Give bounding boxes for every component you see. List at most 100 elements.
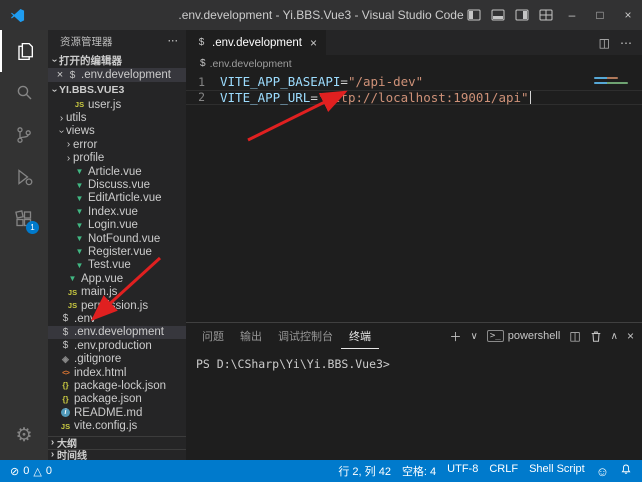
file-name: Test.vue [88,259,131,271]
panel-tab-problems[interactable]: 问题 [194,323,232,349]
split-editor-icon[interactable]: ◫ [599,36,610,50]
tree-item-Discuss.vue[interactable]: ▼Discuss.vue [48,178,186,191]
code-line-1[interactable]: 1VITE_APP_BASEAPI="/api-dev" [186,74,642,90]
status-eol[interactable]: CRLF [489,463,518,479]
tree-item-Test.vue[interactable]: ▼Test.vue [48,259,186,272]
terminal-prompt: PS D:\CSharp\Yi\Yi.BBS.Vue3> [196,357,390,371]
split-terminal-icon[interactable]: ◫ [569,329,580,343]
vue-icon: ▼ [73,247,86,256]
panel-tab-debug-console[interactable]: 调试控制台 [270,323,341,349]
code-editor[interactable]: 1VITE_APP_BASEAPI="/api-dev"2VITE_APP_UR… [186,72,642,322]
new-terminal-icon[interactable]: ＋ [450,328,462,345]
shell-script-icon: $ [59,327,72,338]
notifications-bell-icon[interactable] [620,463,632,479]
toggle-secondary-sidebar-icon[interactable] [510,0,534,30]
tree-item-utils[interactable]: ›utils [48,111,186,124]
chevron-down-icon[interactable]: ∨ [471,331,478,342]
open-editor-item[interactable]: × $ .env.development [48,68,186,82]
terminal-profile-item[interactable]: >_ powershell [487,330,560,342]
file-name: Article.vue [88,166,142,178]
js-icon: JS [66,288,79,297]
close-panel-icon[interactable]: × [627,329,634,343]
tree-item-README.md[interactable]: iREADME.md [48,406,186,419]
tree-item-user.js[interactable]: JSuser.js [48,98,186,111]
vue-icon: ▼ [73,261,86,270]
kill-terminal-icon[interactable] [590,330,602,343]
explorer-icon[interactable] [0,30,48,72]
more-actions-icon[interactable]: ⋯ [168,35,179,47]
feedback-smiley-icon[interactable]: ☺ [596,464,609,479]
breadcrumb[interactable]: $ .env.development [186,55,642,72]
extensions-icon[interactable]: 1 [0,198,48,240]
code-token: = [310,90,318,105]
tree-item-Article.vue[interactable]: ▼Article.vue [48,165,186,178]
status-encoding[interactable]: UTF-8 [447,463,478,479]
file-name: README.md [74,407,142,419]
tree-item-index.html[interactable]: <>index.html [48,366,186,379]
tree-item-views[interactable]: ›views [48,125,186,138]
sidebar-header: 资源管理器 ⋯ [48,30,186,52]
minimize-button[interactable]: – [558,0,586,30]
source-control-icon[interactable] [0,114,48,156]
editor-actions: ◫ ⋯ [599,30,642,55]
tree-item-.env.production[interactable]: $.env.production [48,339,186,352]
tree-item-package-lock.json[interactable]: {}package-lock.json [48,379,186,392]
chevron-down-icon: › [49,56,60,65]
tree-item-error[interactable]: ›error [48,138,186,151]
file-name: .env.production [74,340,152,352]
minimap[interactable] [594,77,628,87]
editor-area: $ .env.development × ◫ ⋯ $ .env.developm… [186,30,642,460]
maximize-panel-icon[interactable]: ∧ [611,331,618,342]
settings-gear-icon[interactable]: ⚙ [0,414,48,456]
git-icon: ◈ [59,354,72,365]
run-debug-icon[interactable] [0,156,48,198]
timeline-section-header[interactable]: › 时间线 [48,449,186,461]
tree-item-.gitignore[interactable]: ◈.gitignore [48,352,186,365]
panel-tab-output[interactable]: 输出 [232,323,270,349]
file-name: error [73,139,97,151]
close-icon[interactable]: × [310,36,317,50]
project-section-header[interactable]: › YI.BBS.VUE3 [48,82,186,98]
terminal-output[interactable]: PS D:\CSharp\Yi\Yi.BBS.Vue3> [186,349,642,460]
tree-item-package.json[interactable]: {}package.json [48,393,186,406]
minimap-line-1 [594,77,618,79]
code-line-2[interactable]: 2VITE_APP_URL="http://localhost:19001/ap… [186,90,642,106]
panel-tab-terminal[interactable]: 终端 [341,323,379,349]
tree-item-.env[interactable]: $.env [48,312,186,325]
vue-icon: ▼ [66,274,79,283]
tree-item-Login.vue[interactable]: ▼Login.vue [48,219,186,232]
tree-item-App.vue[interactable]: ▼App.vue [48,272,186,285]
maximize-button[interactable]: □ [586,0,614,30]
tree-item-Register.vue[interactable]: ▼Register.vue [48,245,186,258]
more-actions-icon[interactable]: ⋯ [620,36,632,50]
terminal-icon: >_ [487,330,504,342]
window-controls: – □ × [462,0,642,30]
tree-item-EditArticle.vue[interactable]: ▼EditArticle.vue [48,192,186,205]
problems-indicator[interactable]: ⊘ 0 △ 0 [10,465,52,478]
tree-item-profile[interactable]: ›profile [48,152,186,165]
tab-env-development[interactable]: $ .env.development × [186,30,326,55]
close-icon[interactable]: × [54,69,66,81]
file-name: utils [66,112,86,124]
tree-item-main.js[interactable]: JSmain.js [48,285,186,298]
open-editors-section-header[interactable]: › 打开的编辑器 [48,52,186,68]
code-token: "http://localhost:19001/api" [318,90,529,105]
tree-item-NotFound.vue[interactable]: ▼NotFound.vue [48,232,186,245]
file-name: NotFound.vue [88,233,160,245]
panel-header: 问题输出调试控制台终端 ＋ ∨ >_ powershell ◫ ∧ [186,323,642,349]
toggle-panel-icon[interactable] [486,0,510,30]
tree-item-permission.js[interactable]: JSpermission.js [48,299,186,312]
shell-script-icon: $ [59,313,72,324]
search-icon[interactable] [0,72,48,114]
status-cursor-position[interactable]: 行 2, 列 42 [338,463,391,479]
tree-item-Index.vue[interactable]: ▼Index.vue [48,205,186,218]
activity-bar: 1 ⚙ [0,30,48,460]
customize-layout-icon[interactable] [534,0,558,30]
toggle-sidebar-icon[interactable] [462,0,486,30]
chevron-right-icon: › [64,153,73,164]
tree-item-vite.config.js[interactable]: JSvite.config.js [48,419,186,432]
status-indentation[interactable]: 空格: 4 [402,463,436,479]
tree-item-.env.development[interactable]: $.env.development [48,326,186,339]
close-button[interactable]: × [614,0,642,30]
status-language-mode[interactable]: Shell Script [529,463,585,479]
